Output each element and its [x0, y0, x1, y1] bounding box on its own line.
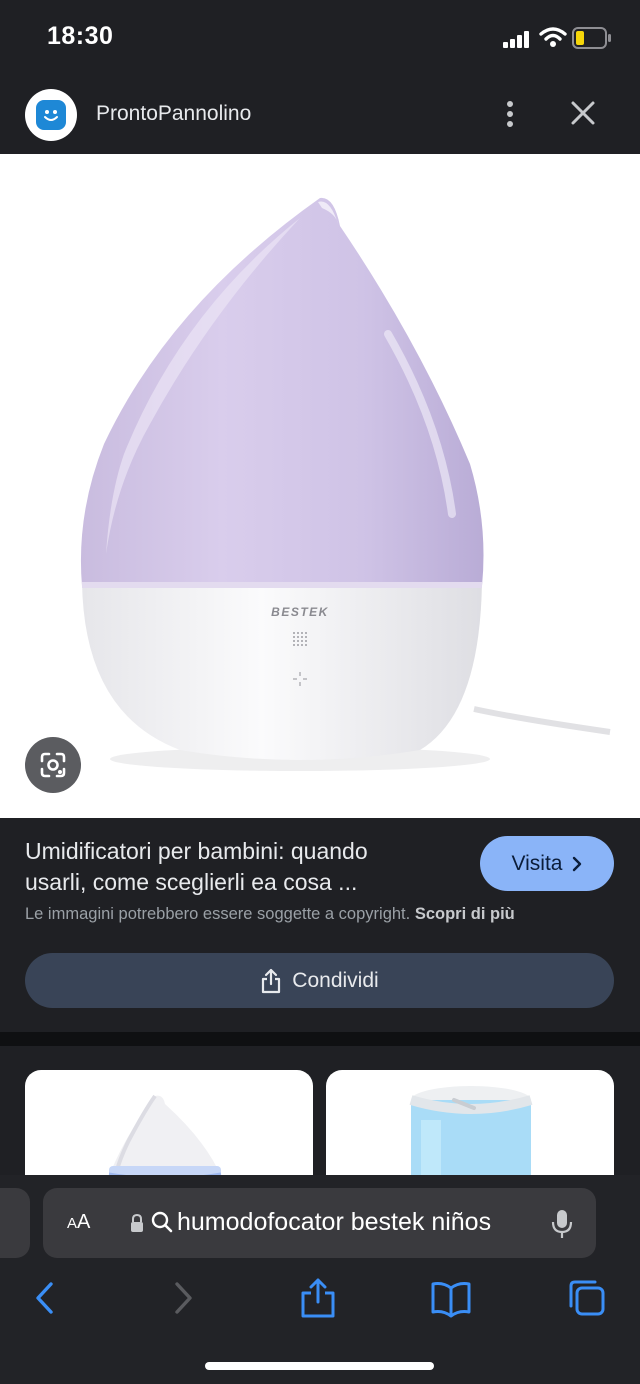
bookmarks-icon[interactable]	[429, 1278, 473, 1318]
site-logo[interactable]	[25, 89, 77, 141]
previous-tab-preview[interactable]	[0, 1188, 30, 1258]
brand-mark: BESTEK	[271, 605, 329, 619]
lens-button[interactable]	[25, 737, 81, 793]
home-indicator	[205, 1362, 434, 1370]
share-button[interactable]: Condividi	[25, 953, 614, 1008]
share-button-label: Condividi	[292, 968, 379, 992]
humidifier-illustration: BESTEK	[80, 197, 611, 771]
lens-icon	[40, 752, 66, 778]
visit-button[interactable]: Visita	[480, 836, 614, 891]
close-icon[interactable]	[566, 98, 600, 130]
smile-icon	[44, 110, 58, 121]
tabs-icon[interactable]	[565, 1278, 609, 1318]
address-text[interactable]: humodofocator bestek niños	[177, 1208, 491, 1237]
visit-button-label: Visita	[511, 851, 563, 875]
result-title[interactable]: Umidificatori per bambini: quando usarli…	[25, 836, 455, 898]
microphone-icon[interactable]	[550, 1208, 574, 1240]
reader-options-button[interactable]: AA	[67, 1211, 90, 1234]
product-image[interactable]: BESTEK	[0, 154, 640, 818]
learn-more-link[interactable]: Scopri di più	[415, 905, 515, 923]
share-icon	[262, 968, 281, 993]
more-vert-icon[interactable]	[496, 98, 524, 130]
share-icon[interactable]	[296, 1278, 340, 1318]
section-divider	[0, 1032, 640, 1046]
battery-low-icon	[572, 27, 611, 49]
back-icon[interactable]	[25, 1278, 69, 1318]
status-time: 18:30	[47, 22, 114, 50]
chevron-right-icon	[573, 856, 582, 871]
forward-icon[interactable]	[160, 1278, 204, 1318]
copyright-notice: Le immagini potrebbero essere soggette a…	[25, 905, 515, 924]
site-name[interactable]: ProntoPannolino	[96, 102, 251, 126]
site-logo-mark	[36, 100, 66, 130]
signal-icon	[503, 31, 529, 48]
copyright-text: Le immagini potrebbero essere soggette a…	[25, 905, 411, 923]
search-icon	[151, 1211, 173, 1233]
wifi-icon	[539, 27, 567, 47]
lock-icon	[131, 1213, 143, 1232]
